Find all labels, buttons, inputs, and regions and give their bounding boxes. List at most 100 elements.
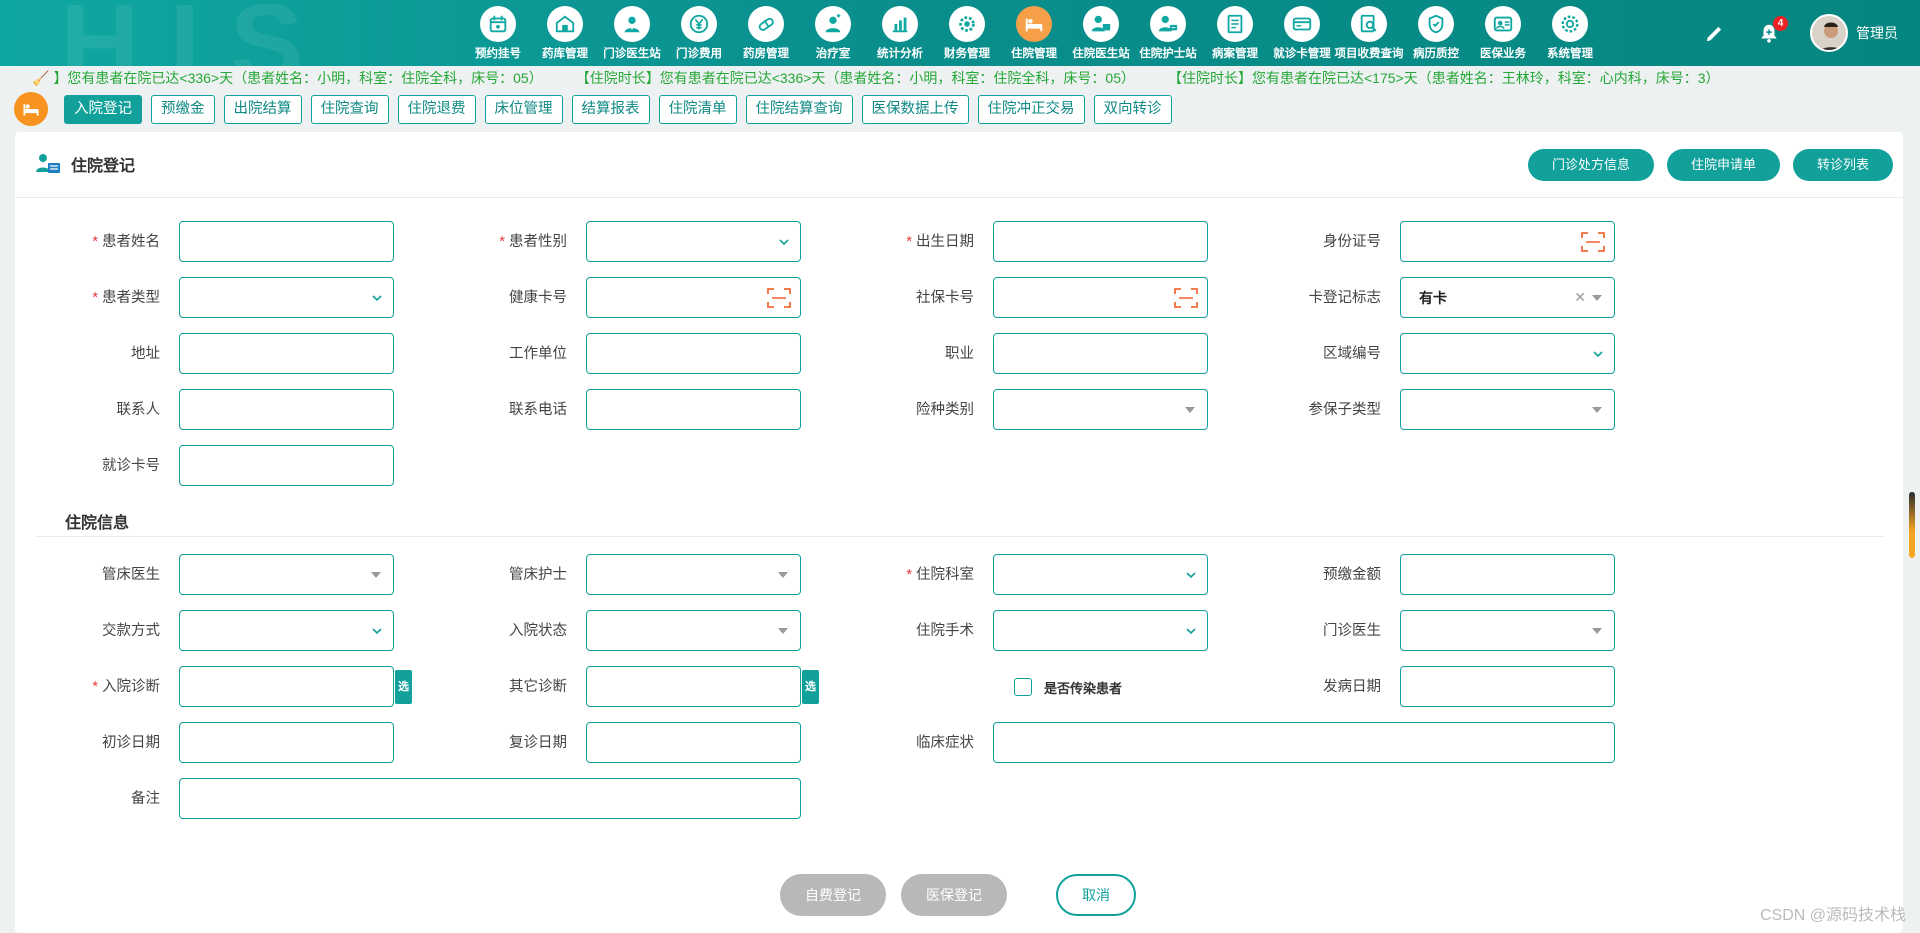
work-unit-input[interactable]	[586, 333, 801, 374]
bed-nurse-select[interactable]	[586, 554, 801, 595]
nav-item-15[interactable]: 病历质控	[1403, 6, 1469, 61]
tab-8[interactable]: 住院清单	[658, 94, 737, 124]
edit-button[interactable]	[1702, 20, 1728, 46]
patient-gender-select[interactable]	[586, 221, 801, 262]
tab-2[interactable]: 预缴金	[151, 94, 215, 124]
registration-icon	[36, 154, 60, 173]
prepay-input[interactable]	[1400, 554, 1615, 595]
nav-item-14[interactable]: 项目收费查询	[1335, 6, 1404, 61]
patient-name-input[interactable]	[179, 221, 394, 262]
patient-type-select[interactable]	[179, 277, 394, 318]
sub-tab-bar: 入院登记 预缴金 出院结算 住院查询 住院退费 床位管理 结算报表 住院清单 住院结算查询 医保数…	[14, 92, 1181, 126]
admission-request-button[interactable]: 住院申请单	[1666, 149, 1780, 181]
insurance-type-select[interactable]	[993, 389, 1208, 430]
onset-date-input[interactable]	[1400, 666, 1615, 707]
nav-item-1[interactable]: 预约挂号	[465, 6, 531, 61]
scrollbar[interactable]	[1909, 492, 1915, 558]
cancel-button[interactable]: 取消	[1056, 874, 1136, 916]
nav-item-3[interactable]: 门诊医生站	[599, 6, 665, 61]
tab-3[interactable]: 出院结算	[223, 94, 302, 124]
yen-icon	[681, 6, 717, 42]
nav-item-17[interactable]: 系统管理	[1537, 6, 1603, 61]
card-flag-select[interactable]: 有卡 ✕	[1400, 277, 1615, 318]
other-diagnosis-input[interactable]	[586, 666, 801, 707]
health-card-label: 健康卡号	[509, 290, 567, 306]
caret-down-icon	[1592, 295, 1602, 301]
pay-method-select[interactable]	[179, 610, 394, 651]
insurance-type-label: 险种类别	[916, 402, 974, 418]
tab-6[interactable]: 床位管理	[484, 94, 563, 124]
scan-icon[interactable]	[1581, 231, 1605, 253]
nav-item-16[interactable]: 医保业务	[1470, 6, 1536, 61]
bed-doctor-select[interactable]	[179, 554, 394, 595]
nav-item-11[interactable]: 住院护士站	[1135, 6, 1201, 61]
nav-item-12[interactable]: 病案管理	[1202, 6, 1268, 61]
self-pay-register-button[interactable]: 自费登记	[780, 874, 886, 916]
tab-10[interactable]: 医保数据上传	[861, 94, 969, 124]
social-card-input[interactable]	[993, 277, 1208, 318]
required-mark: *	[92, 234, 98, 250]
id-number-input[interactable]	[1400, 221, 1615, 262]
scan-icon[interactable]	[767, 287, 791, 309]
surgery-select[interactable]	[993, 610, 1208, 651]
region-select[interactable]	[1400, 333, 1615, 374]
contact-phone-input[interactable]	[586, 389, 801, 430]
user-name[interactable]: 管理员	[1856, 23, 1898, 43]
tab-9[interactable]: 住院结算查询	[745, 94, 853, 124]
section-divider	[35, 536, 1885, 537]
form-row: 初诊日期 复诊日期 临床症状	[15, 722, 1903, 764]
tab-5[interactable]: 住院退费	[397, 94, 476, 124]
address-input[interactable]	[179, 333, 394, 374]
outpatient-doctor-select[interactable]	[1400, 610, 1615, 651]
admit-diagnosis-input[interactable]	[179, 666, 394, 707]
admit-status-select[interactable]	[586, 610, 801, 651]
nav-item-4[interactable]: 门诊费用	[666, 6, 732, 61]
avatar[interactable]	[1810, 14, 1848, 52]
scan-icon[interactable]	[1174, 287, 1198, 309]
other-diagnosis-select-button[interactable]: 选	[802, 670, 819, 704]
nav-item-6[interactable]: 治疗室	[800, 6, 866, 61]
insurance-subtype-select[interactable]	[1400, 389, 1615, 430]
first-visit-date-label: 初诊日期	[102, 735, 160, 751]
birth-date-input[interactable]	[993, 221, 1208, 262]
symptoms-input[interactable]	[993, 722, 1615, 763]
nav-item-7[interactable]: 统计分析	[867, 6, 933, 61]
tab-7[interactable]: 结算报表	[571, 94, 650, 124]
header-watermark-decoration: HIS	[60, 0, 334, 66]
department-select[interactable]	[993, 554, 1208, 595]
admit-diagnosis-select-button[interactable]: 选	[395, 670, 412, 704]
first-visit-date-input[interactable]	[179, 722, 394, 763]
inpatient-home-button[interactable]	[14, 92, 48, 126]
nav-item-10[interactable]: 住院医生站	[1068, 6, 1134, 61]
notification-button[interactable]: 4	[1756, 16, 1788, 46]
bed-icon	[23, 104, 39, 116]
nav-item-8[interactable]: 财务管理	[934, 6, 1000, 61]
outpatient-prescription-button[interactable]: 门诊处方信息	[1527, 149, 1654, 181]
health-card-input[interactable]	[586, 277, 801, 318]
tab-1[interactable]: 入院登记	[64, 94, 142, 124]
remark-input[interactable]	[179, 778, 801, 819]
referral-list-button[interactable]: 转诊列表	[1792, 149, 1893, 181]
nav-item-9[interactable]: 住院管理	[1001, 6, 1067, 61]
tab-11[interactable]: 住院冲正交易	[977, 94, 1085, 124]
page-title-text: 住院登记	[71, 158, 136, 175]
insurance-register-button[interactable]: 医保登记	[901, 874, 1007, 916]
address-label: 地址	[131, 346, 160, 362]
pill-icon	[748, 6, 784, 42]
nav-item-label: 住院护士站	[1139, 48, 1197, 60]
nav-item-2[interactable]: 药库管理	[532, 6, 598, 61]
department-label: * 住院科室	[906, 567, 974, 583]
tab-12[interactable]: 双向转诊	[1093, 94, 1172, 124]
patient-gender-label: * 患者性别	[499, 234, 567, 250]
nav-item-13[interactable]: 就诊卡管理	[1269, 6, 1335, 61]
card-header: 住院登记 门诊处方信息 住院申请单 转诊列表	[15, 132, 1903, 198]
contact-input[interactable]	[179, 389, 394, 430]
clear-icon[interactable]: ✕	[1574, 289, 1586, 306]
visit-card-input[interactable]	[179, 445, 394, 486]
tab-4[interactable]: 住院查询	[310, 94, 389, 124]
revisit-date-input[interactable]	[586, 722, 801, 763]
nurse-icon	[815, 6, 851, 42]
nav-item-5[interactable]: 药房管理	[733, 6, 799, 61]
infectious-checkbox[interactable]	[1014, 678, 1032, 696]
job-input[interactable]	[993, 333, 1208, 374]
